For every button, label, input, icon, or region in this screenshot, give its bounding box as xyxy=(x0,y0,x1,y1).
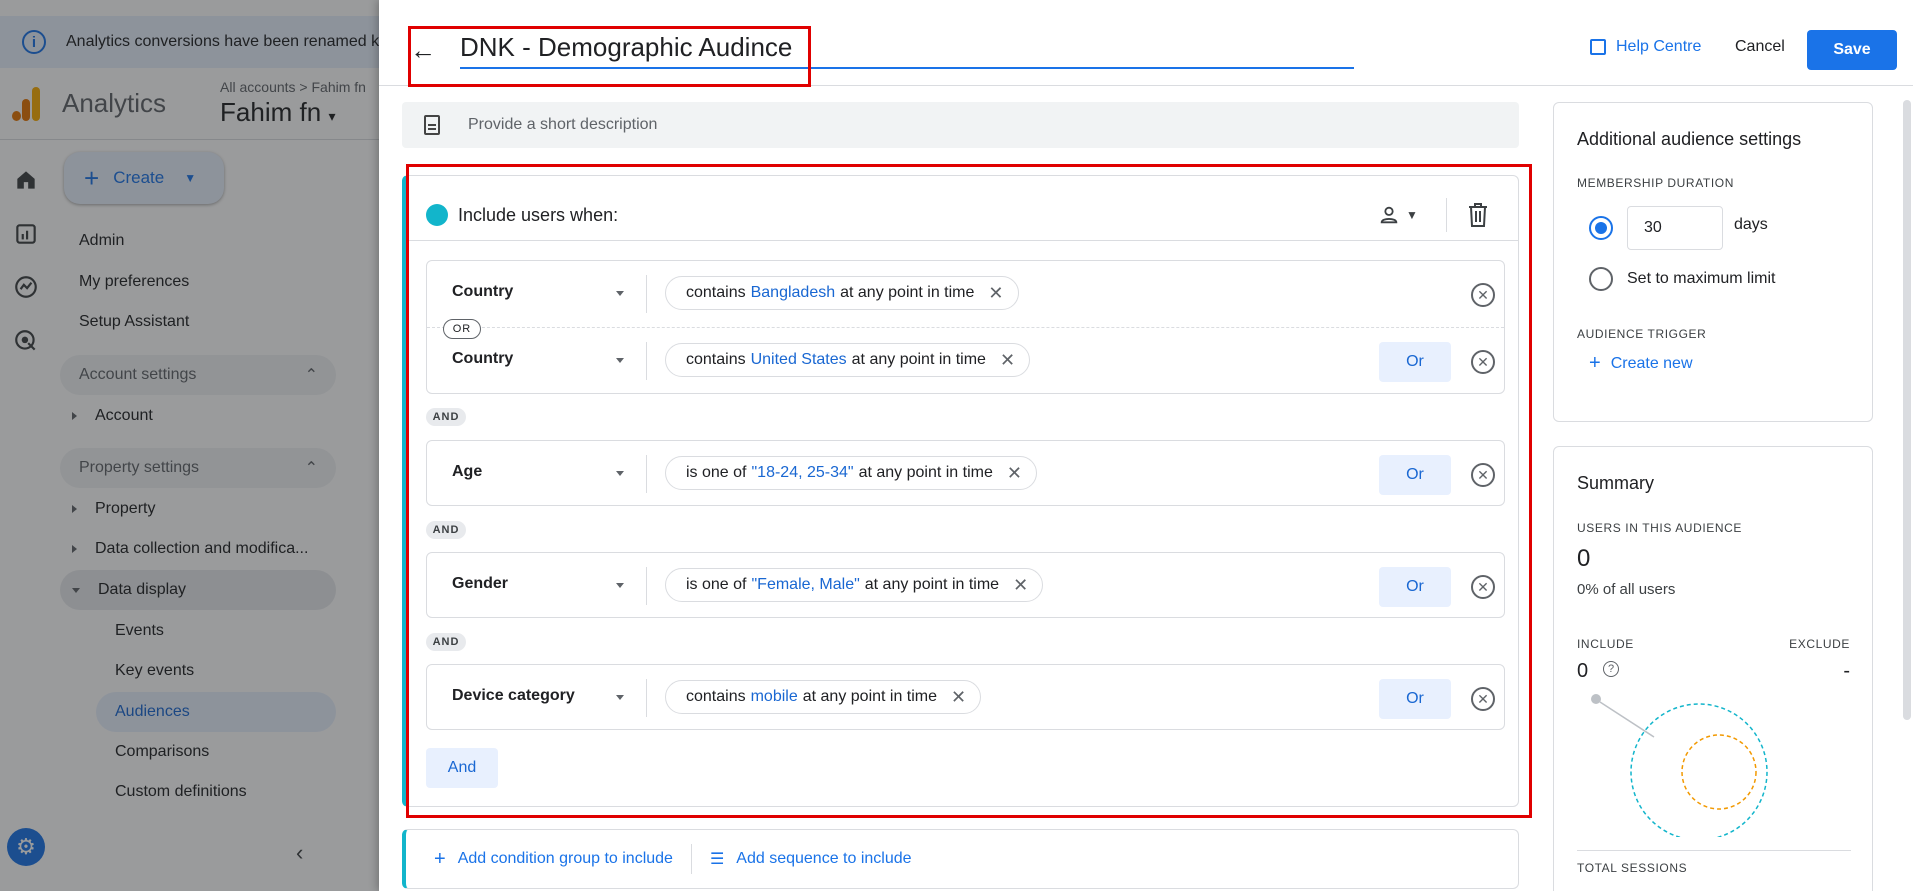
membership-duration-caption: MEMBERSHIP DURATION xyxy=(1577,176,1734,190)
description-field[interactable]: Provide a short description xyxy=(402,102,1519,148)
add-condition-group-link[interactable]: + Add condition group to include xyxy=(434,848,673,871)
cancel-button[interactable]: Cancel xyxy=(1735,38,1785,56)
external-link-icon xyxy=(1590,39,1606,55)
users-percent: 0% of all users xyxy=(1577,581,1676,598)
help-icon[interactable]: ? xyxy=(1603,661,1619,677)
users-caption: USERS IN THIS AUDIENCE xyxy=(1577,521,1743,535)
document-icon xyxy=(424,115,440,135)
add-sequence-label: Add sequence to include xyxy=(736,850,912,867)
venn-connector xyxy=(1599,701,1655,738)
exclude-value: - xyxy=(1843,660,1850,682)
sequence-icon: ☰ xyxy=(709,851,725,868)
create-trigger-link[interactable]: + Create new xyxy=(1589,352,1693,375)
help-centre-label: Help Centre xyxy=(1616,38,1702,55)
settings-title: Additional audience settings xyxy=(1577,129,1802,149)
summary-title: Summary xyxy=(1577,473,1655,493)
audience-builder-panel: ← Help Centre Cancel Save Provide a shor… xyxy=(379,0,1913,891)
max-limit-label: Set to maximum limit xyxy=(1627,270,1776,287)
panel-scrollbar[interactable] xyxy=(1903,100,1911,720)
days-label: days xyxy=(1734,216,1768,233)
audience-trigger-caption: AUDIENCE TRIGGER xyxy=(1577,327,1707,341)
radio-max-limit[interactable] xyxy=(1589,267,1613,291)
help-centre-link[interactable]: Help Centre xyxy=(1590,38,1701,56)
add-condition-label: Add condition group to include xyxy=(457,850,673,867)
save-button[interactable]: Save xyxy=(1807,30,1897,70)
days-input[interactable]: 30 xyxy=(1627,206,1723,250)
users-value: 0 xyxy=(1577,545,1591,572)
audience-venn-diagram xyxy=(1591,694,1768,837)
scrim-overlay[interactable] xyxy=(0,0,379,891)
summary-card: Summary USERS IN THIS AUDIENCE 0 0% of a… xyxy=(1553,446,1873,891)
plus-icon: + xyxy=(1589,352,1601,374)
include-caption: INCLUDE xyxy=(1577,637,1634,651)
venn-exclude-circle xyxy=(1681,734,1757,810)
additional-settings-card: Additional audience settings MEMBERSHIP … xyxy=(1553,102,1873,422)
add-sequence-link[interactable]: ☰ Add sequence to include xyxy=(710,849,912,869)
create-new-label: Create new xyxy=(1610,354,1693,372)
venn-point xyxy=(1591,694,1601,704)
venn-include-circle xyxy=(1630,703,1768,837)
total-sessions-caption: TOTAL SESSIONS xyxy=(1577,861,1688,875)
description-placeholder: Provide a short description xyxy=(468,116,658,133)
plus-icon: + xyxy=(434,847,446,870)
panel-header: ← Help Centre Cancel Save xyxy=(379,0,1913,87)
add-group-bar: + Add condition group to include ☰ Add s… xyxy=(402,829,1519,889)
radio-duration[interactable] xyxy=(1589,216,1613,240)
highlight-conditions-box xyxy=(406,164,1532,818)
highlight-title-box xyxy=(408,26,811,87)
include-value: 0 xyxy=(1577,660,1589,682)
exclude-caption: EXCLUDE xyxy=(1789,637,1850,651)
